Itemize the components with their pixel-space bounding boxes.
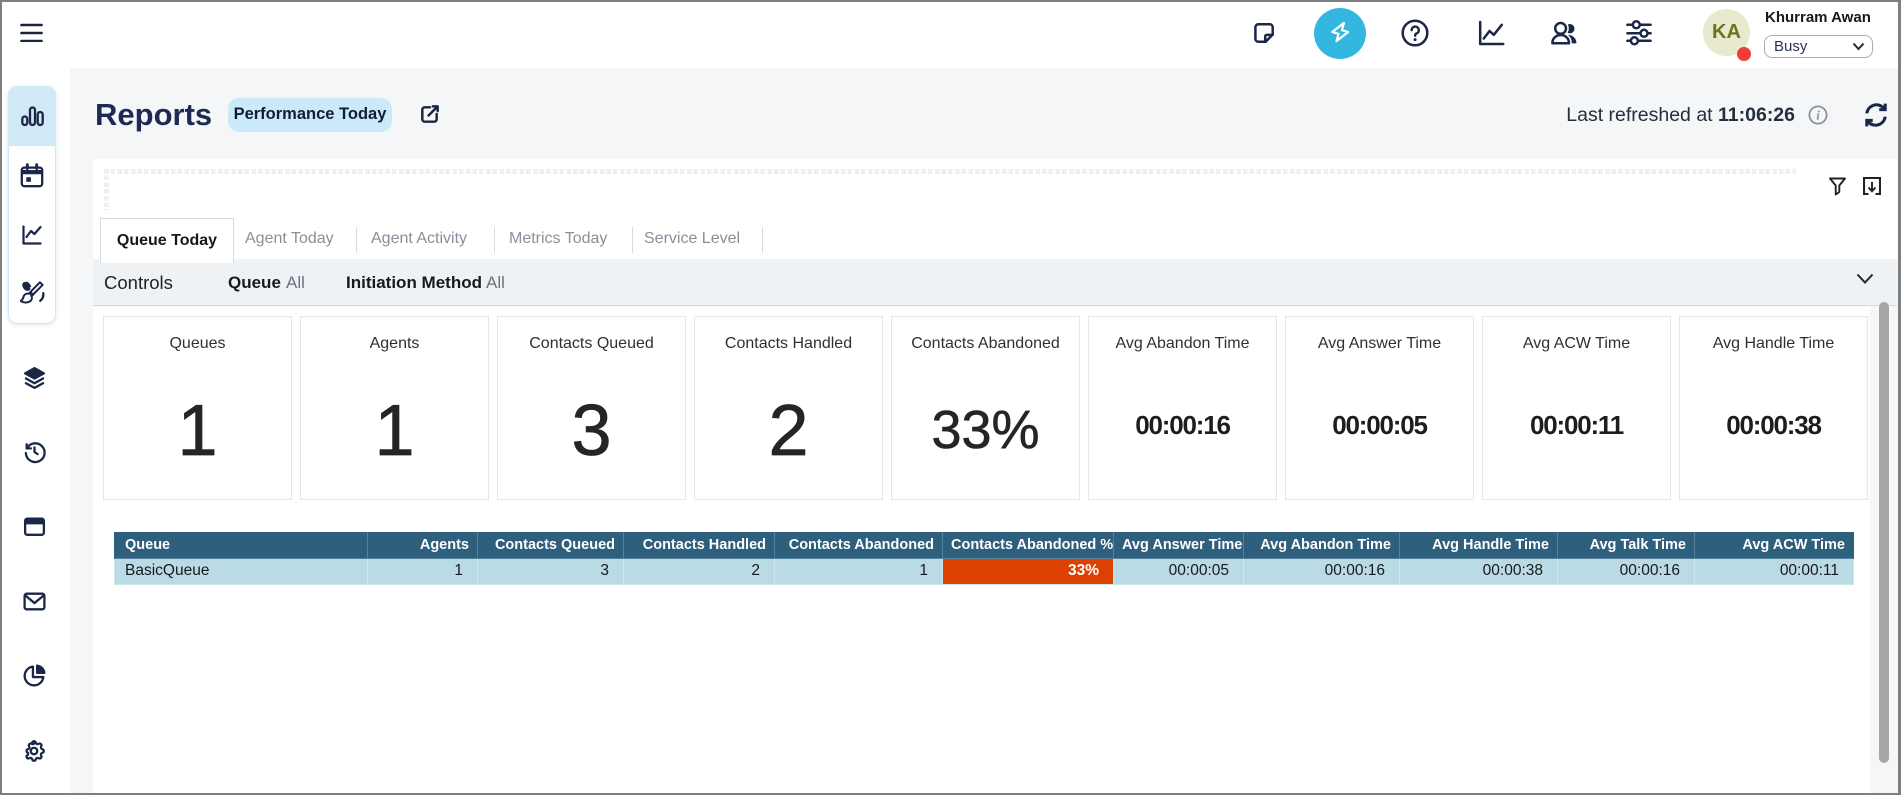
svg-text:i: i	[1816, 108, 1820, 123]
